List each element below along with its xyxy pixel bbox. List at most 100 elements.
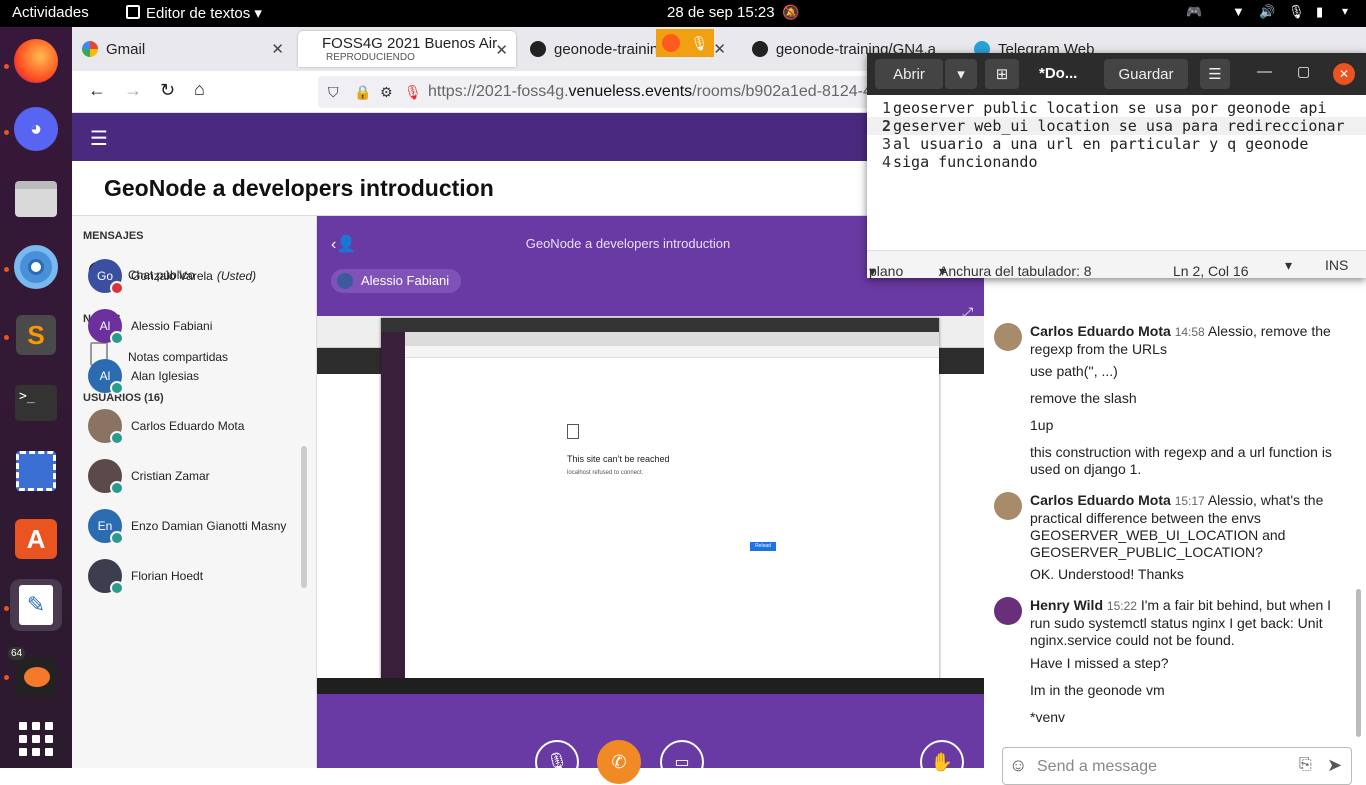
chat-scrollbar[interactable] <box>1356 589 1361 737</box>
open-button[interactable]: Abrir <box>875 59 943 89</box>
screenshot-icon[interactable] <box>10 445 62 497</box>
hangup-button[interactable]: ✆ <box>597 740 641 784</box>
battery-icon[interactable]: ▮ <box>1316 4 1323 20</box>
system-menu-chevron-icon[interactable]: ▾ <box>1342 4 1348 18</box>
remote-window: This site can’t be reached localhost ref… <box>381 318 939 680</box>
avatar <box>994 323 1022 351</box>
sublime-text-icon[interactable]: S <box>10 309 62 361</box>
files-icon[interactable] <box>10 173 62 225</box>
shield-icon[interactable]: ⛉ <box>328 76 339 108</box>
user-name-text: Carlos Eduardo Mota <box>131 419 245 433</box>
volume-icon[interactable]: 🔊 <box>1259 4 1275 20</box>
chat-message-with-author: Carlos Eduardo Mota 15:17 Alessio, what'… <box>994 492 1350 561</box>
hamburger-menu-icon[interactable]: ☰ <box>90 126 108 151</box>
tab-gmail[interactable]: Gmail ✕ <box>72 31 294 67</box>
save-button[interactable]: Guardar <box>1104 59 1188 89</box>
remote-taskbar <box>317 678 984 694</box>
message-input-box[interactable]: ☺ Send a message ⎘ ➤ <box>1002 747 1352 785</box>
url-path: /rooms/b902a1ed-8124-4 <box>692 83 872 100</box>
line-text: geoserver public location se usa por geo… <box>893 99 1327 117</box>
user-list-scrollbar[interactable] <box>301 446 307 588</box>
terminal-icon[interactable]: >_ <box>10 377 62 429</box>
status-badge <box>110 431 124 445</box>
blender-icon[interactable]: 64 <box>8 647 62 703</box>
close-window-button[interactable]: ✕ <box>1333 63 1355 85</box>
permissions-icon[interactable]: ⚙ <box>380 76 393 108</box>
discord-icon[interactable]: ◕ <box>10 103 62 155</box>
minimize-icon[interactable]: — <box>1257 63 1272 80</box>
new-tab-button[interactable]: ⊞ <box>985 59 1019 89</box>
raise-hand-button[interactable]: ✋ <box>920 740 964 784</box>
chevron-down-icon: ▾ <box>869 263 877 279</box>
microphone-icon[interactable]: 🎙 <box>1288 4 1305 20</box>
chat-message: *venv <box>1030 709 1066 725</box>
user-list-item[interactable]: En Enzo Damian Gianotti Masny <box>88 509 308 545</box>
close-tab-icon[interactable]: ✕ <box>271 40 284 58</box>
message-author[interactable]: Carlos Eduardo Mota <box>1030 492 1171 508</box>
close-icon: ✕ <box>1338 67 1350 81</box>
text-editor-icon[interactable]: ✎ <box>10 579 62 631</box>
user-list-item[interactable]: Carlos Eduardo Mota <box>88 409 308 445</box>
software-store-icon[interactable]: A <box>10 513 62 565</box>
stage-title: GeoNode a developers introduction <box>525 236 731 251</box>
insert-mode[interactable]: INS <box>1325 257 1348 273</box>
line-number: 2 <box>881 117 891 135</box>
new-document-icon: ⊞ <box>995 66 1009 83</box>
clock[interactable]: 28 de sep 15:23 <box>667 4 775 21</box>
user-name-text: Florian Hoedt <box>131 569 204 583</box>
sad-page-icon <box>567 424 579 439</box>
reload-icon[interactable]: ↻ <box>160 80 175 101</box>
home-icon[interactable]: ⌂ <box>194 79 205 100</box>
user-list-item[interactable]: Al Alan Iglesias <box>88 359 308 395</box>
chat-panel: Carlos Eduardo Mota 14:58 Alessio, remov… <box>984 277 1366 785</box>
firefox-icon[interactable] <box>10 35 62 87</box>
message-author[interactable]: Henry Wild <box>1030 597 1103 613</box>
github-icon <box>530 41 546 57</box>
sharing-indicator[interactable]: 🎙 <box>656 29 714 57</box>
user-list-item[interactable]: Al Alessio Fabiani <box>88 309 308 345</box>
url-bar[interactable]: ⛉ 🔒 ⚙ 🎙 https://2021-foss4g.venueless.ev… <box>318 76 878 108</box>
cursor-position-label: Ln 2, Col 16 <box>1173 263 1249 279</box>
message-input[interactable]: Send a message <box>1037 758 1157 776</box>
line-text: al usuario a una url en particular y q g… <box>893 135 1309 153</box>
wifi-icon[interactable]: ▼ <box>1232 4 1245 19</box>
send-icon[interactable]: ➤ <box>1327 755 1342 776</box>
save-button-label: Guardar <box>1118 65 1174 83</box>
open-recent-button[interactable]: ▾ <box>945 59 977 89</box>
editor-text-area[interactable]: 1 geoserver public location se usa por ge… <box>867 97 1366 249</box>
user-name: Alan Iglesias <box>131 369 199 383</box>
activities-button[interactable]: Actividades <box>12 4 89 21</box>
user-list-item[interactable]: Cristian Zamar <box>88 459 308 495</box>
mic-permission-icon[interactable]: 🎙 <box>404 76 422 108</box>
editor-menu-button[interactable]: ☰ <box>1200 59 1230 89</box>
attach-icon[interactable]: ⎘ <box>1299 756 1312 774</box>
close-tab-icon[interactable]: ✕ <box>495 41 508 59</box>
camera-off-button[interactable]: ▭ <box>660 740 704 784</box>
mute-mic-button[interactable]: 🎙 <box>535 740 579 784</box>
forward-icon[interactable]: → <box>124 80 142 101</box>
speaker-name: Alessio Fabiani <box>361 273 450 288</box>
mic-sharing-icon: 🎙 <box>690 34 709 51</box>
lock-icon[interactable]: 🔒 <box>354 76 371 108</box>
status-badge <box>110 481 124 495</box>
message-author[interactable]: Carlos Eduardo Mota <box>1030 323 1171 339</box>
remote-reload-button: Reload <box>750 542 776 551</box>
chromium-icon[interactable] <box>10 241 62 293</box>
user-list-item[interactable]: Go Gonzalo Varela (Usted) <box>88 259 308 295</box>
status-badge <box>110 531 124 545</box>
line-number: 4 <box>881 153 891 171</box>
tab-foss4g[interactable]: FOSS4G 2021 Buenos Air REPRODUCIENDO ✕ <box>298 31 516 67</box>
show-applications-icon[interactable] <box>10 713 62 765</box>
emoji-icon[interactable]: ☺ <box>1009 755 1027 776</box>
app-menu[interactable]: Editor de textos ▾ <box>126 4 262 22</box>
discord-tray-icon[interactable]: 🎮 <box>1186 4 1202 20</box>
position-chevron-icon[interactable]: ▾ <box>1285 257 1292 274</box>
notifications-off-icon: 🔕 <box>782 4 800 20</box>
speaker-chip[interactable]: Alessio Fabiani <box>331 269 462 293</box>
maximize-icon[interactable]: ▢ <box>1297 63 1310 80</box>
close-tab-icon[interactable]: ✕ <box>713 40 726 58</box>
shared-screen-video[interactable]: This site can’t be reached localhost ref… <box>317 316 984 694</box>
back-icon[interactable]: ← <box>88 80 106 101</box>
status-badge <box>110 381 124 395</box>
user-list-item[interactable]: Florian Hoedt <box>88 559 308 595</box>
